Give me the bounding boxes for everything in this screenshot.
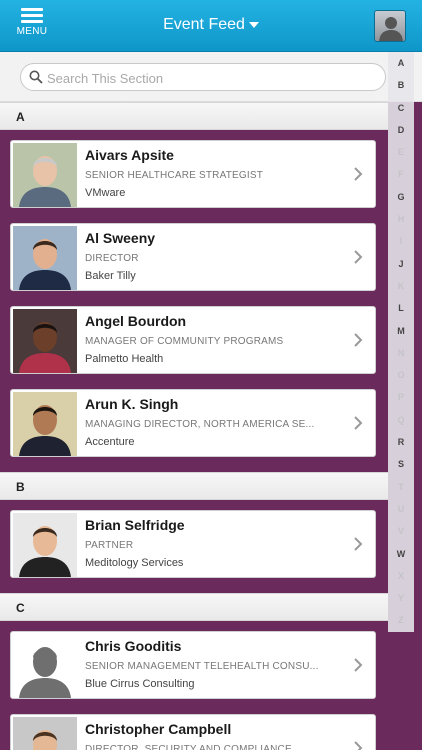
- attendee-list[interactable]: A Aivars Apsite SENIOR HEALTHCARE STRATEGI…: [0, 102, 388, 750]
- chevron-right-icon: [354, 167, 363, 181]
- index-letter-h[interactable]: H: [388, 208, 414, 230]
- chevron-right-icon: [354, 537, 363, 551]
- index-letter-k[interactable]: K: [388, 275, 414, 297]
- chevron-right-icon: [354, 741, 363, 750]
- section-header-b: B: [0, 472, 388, 500]
- attendee-name: Aivars Apsite: [85, 147, 174, 163]
- attendee-photo: [13, 392, 77, 456]
- index-letter-m[interactable]: M: [388, 320, 414, 342]
- chevron-right-icon: [354, 416, 363, 430]
- index-letter-u[interactable]: U: [388, 498, 414, 520]
- attendee-photo: [13, 143, 77, 207]
- index-letter-t[interactable]: T: [388, 476, 414, 498]
- user-silhouette-icon: [379, 17, 403, 41]
- attendee-company: Baker Tilly: [85, 270, 136, 282]
- attendee-title: DIRECTOR: [85, 253, 139, 264]
- attendee-title: PARTNER: [85, 540, 134, 551]
- index-letter-l[interactable]: L: [388, 297, 414, 319]
- index-letter-n[interactable]: N: [388, 342, 414, 364]
- attendee-title: DIRECTOR, SECURITY AND COMPLIANCE: [85, 744, 292, 750]
- index-letter-s[interactable]: S: [388, 453, 414, 475]
- attendee-title: MANAGER OF COMMUNITY PROGRAMS: [85, 336, 284, 347]
- section-header-a: A: [0, 102, 388, 130]
- search-field-container[interactable]: [20, 63, 386, 91]
- attendee-card[interactable]: Angel Bourdon MANAGER OF COMMUNITY PROGRA…: [10, 306, 376, 374]
- index-letter-j[interactable]: J: [388, 253, 414, 275]
- attendee-company: VMware: [85, 187, 126, 199]
- attendee-card[interactable]: Aivars Apsite SENIOR HEALTHCARE STRATEGIS…: [10, 140, 376, 208]
- search-bar: [0, 52, 422, 102]
- menu-label: MENU: [16, 26, 48, 37]
- index-letter-d[interactable]: D: [388, 119, 414, 141]
- attendee-name: Brian Selfridge: [85, 517, 185, 533]
- attendee-photo: [13, 226, 77, 290]
- index-letter-c[interactable]: C: [388, 97, 414, 119]
- index-letter-a[interactable]: A: [388, 52, 414, 74]
- attendee-photo: [13, 634, 77, 698]
- index-letter-w[interactable]: W: [388, 543, 414, 565]
- attendee-company: Blue Cirrus Consulting: [85, 678, 195, 690]
- index-letter-i[interactable]: I: [388, 230, 414, 252]
- attendee-company: Accenture: [85, 436, 135, 448]
- attendee-card[interactable]: Al Sweeny DIRECTOR Baker Tilly: [10, 223, 376, 291]
- index-letter-b[interactable]: B: [388, 74, 414, 96]
- index-letter-g[interactable]: G: [388, 186, 414, 208]
- attendee-name: Arun K. Singh: [85, 396, 179, 412]
- profile-avatar-button[interactable]: [374, 10, 406, 42]
- attendee-name: Chris Gooditis: [85, 638, 182, 654]
- index-letter-e[interactable]: E: [388, 141, 414, 163]
- index-letter-v[interactable]: V: [388, 520, 414, 542]
- attendee-photo: [13, 717, 77, 750]
- menu-button[interactable]: MENU: [14, 8, 50, 44]
- index-letter-y[interactable]: Y: [388, 587, 414, 609]
- attendee-photo: [13, 309, 77, 373]
- event-feed-title: Event Feed: [163, 16, 245, 33]
- attendee-title: SENIOR HEALTHCARE STRATEGIST: [85, 170, 264, 181]
- attendee-photo: [13, 513, 77, 577]
- attendee-name: Al Sweeny: [85, 230, 156, 246]
- attendee-name: Christopher Campbell: [85, 721, 232, 737]
- event-feed-dropdown[interactable]: Event Feed: [140, 16, 282, 34]
- attendee-card[interactable]: Arun K. Singh MANAGING DIRECTOR, NORTH AM…: [10, 389, 376, 457]
- index-letter-z[interactable]: Z: [388, 609, 414, 631]
- attendee-card[interactable]: Chris Gooditis SENIOR MANAGEMENT TELEHEAL…: [10, 631, 376, 699]
- search-input[interactable]: [47, 67, 367, 89]
- index-letter-x[interactable]: X: [388, 565, 414, 587]
- attendee-name: Angel Bourdon: [85, 313, 187, 329]
- attendee-company: Palmetto Health: [85, 353, 164, 365]
- attendee-card[interactable]: Brian Selfridge PARTNER Meditology Service…: [10, 510, 376, 578]
- chevron-right-icon: [354, 333, 363, 347]
- search-icon: [29, 70, 43, 84]
- section-header-c: C: [0, 593, 388, 621]
- caret-down-icon: [248, 21, 259, 28]
- attendee-title: SENIOR MANAGEMENT TELEHEALTH CONSU...: [85, 661, 319, 672]
- index-letter-r[interactable]: R: [388, 431, 414, 453]
- alphabet-index[interactable]: ABCDEFGHIJKLMNOPQRSTUVWXYZ: [388, 52, 414, 632]
- index-letter-q[interactable]: Q: [388, 409, 414, 431]
- attendee-title: MANAGING DIRECTOR, NORTH AMERICA SE...: [85, 419, 315, 430]
- index-letter-f[interactable]: F: [388, 163, 414, 185]
- index-letter-o[interactable]: O: [388, 364, 414, 386]
- hamburger-icon: [21, 8, 43, 23]
- chevron-right-icon: [354, 658, 363, 672]
- attendee-card[interactable]: Christopher Campbell DIRECTOR, SECURITY A…: [10, 714, 376, 750]
- top-nav-bar: MENU Event Feed: [0, 0, 422, 52]
- index-letter-p[interactable]: P: [388, 386, 414, 408]
- chevron-right-icon: [354, 250, 363, 264]
- attendee-company: Meditology Services: [85, 557, 184, 569]
